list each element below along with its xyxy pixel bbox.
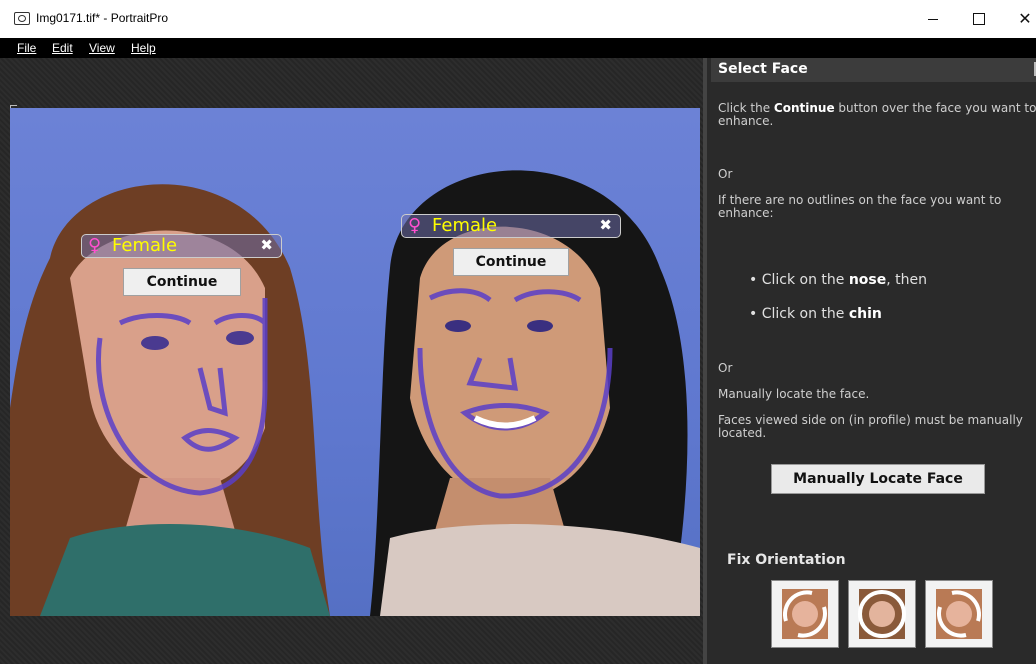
gender-label[interactable]: Female [112, 235, 177, 257]
camera-icon [14, 12, 30, 25]
fix-orientation-title: Fix Orientation [727, 552, 846, 568]
instruction-manual: Manually locate the face. [718, 387, 870, 401]
manually-locate-face-button[interactable]: Manually Locate Face [771, 464, 985, 494]
rotate-left-button[interactable] [771, 580, 839, 648]
continue-button-right[interactable]: Continue [453, 248, 569, 276]
window-title: Img0171.tif* - PortraitPro [36, 11, 169, 25]
minimize-button[interactable] [910, 0, 956, 38]
portrait-photo[interactable] [10, 108, 700, 616]
menu-bar: File Edit View Help [0, 38, 1036, 58]
menu-view[interactable]: View [89, 41, 115, 55]
rotate-180-icon [858, 589, 906, 639]
select-face-panel: Select Face Click the Continue button ov… [703, 58, 1036, 664]
menu-edit[interactable]: Edit [52, 41, 73, 55]
rotate-right-icon [936, 589, 982, 639]
gender-label[interactable]: Female [432, 215, 497, 237]
instruction-no-outline: If there are no outlines on the face you… [718, 193, 1002, 220]
face-tag-left[interactable]: ♀ Female ✖ [81, 234, 282, 258]
rotate-right-button[interactable] [925, 580, 993, 648]
maximize-button[interactable] [956, 0, 1002, 38]
rotate-left-icon [782, 589, 828, 639]
title-bar: Img0171.tif* - PortraitPro ✕ [0, 0, 1036, 39]
venus-icon: ♀ [88, 235, 102, 256]
menu-help[interactable]: Help [131, 41, 156, 55]
bullet-nose: • Click on the nose, then [749, 272, 928, 288]
maximize-icon [973, 13, 985, 25]
venus-icon: ♀ [408, 215, 422, 236]
close-icon: ✕ [1018, 11, 1032, 28]
instruction-continue: Click the Continue button over the face … [718, 101, 1036, 128]
minimize-icon [928, 18, 938, 20]
remove-face-icon[interactable]: ✖ [260, 236, 273, 254]
or-text-1: Or [718, 167, 733, 181]
continue-button-left[interactable]: Continue [123, 268, 241, 296]
panel-header: Select Face [711, 58, 1036, 82]
panel-title: Select Face [718, 61, 808, 77]
face-tag-right[interactable]: ♀ Female ✖ [401, 214, 621, 238]
photo-illustration [10, 170, 700, 616]
close-button[interactable]: ✕ [1002, 0, 1036, 38]
bullet-chin: • Click on the chin [749, 306, 882, 322]
menu-file[interactable]: File [17, 41, 36, 55]
rotate-180-button[interactable] [848, 580, 916, 648]
image-canvas[interactable]: ♀ Female ✖ Continue ♀ Female ✖ Continue [0, 58, 703, 664]
instruction-profile: Faces viewed side on (in profile) must b… [718, 413, 1023, 440]
or-text-2: Or [718, 361, 733, 375]
remove-face-icon[interactable]: ✖ [599, 216, 612, 234]
